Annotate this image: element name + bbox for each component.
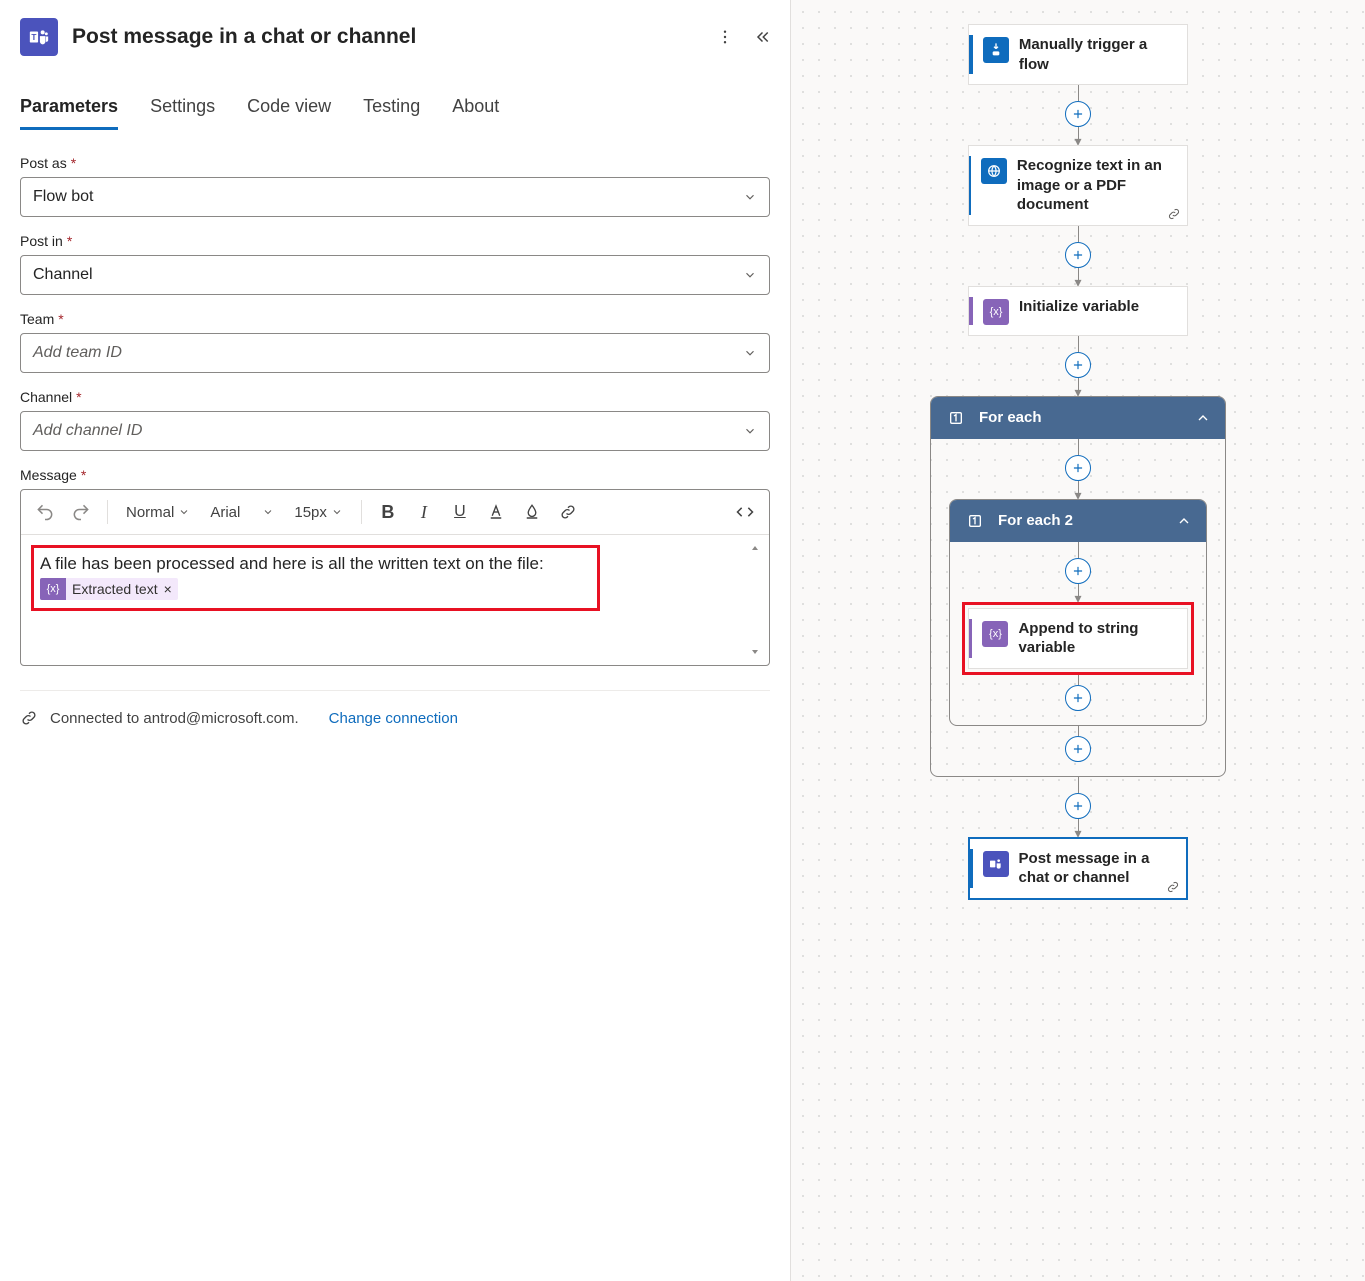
panel-header: T Post message in a chat or channel bbox=[20, 18, 770, 56]
connection-row: Connected to antrod@microsoft.com. Chang… bbox=[20, 709, 770, 727]
connection-badge-icon bbox=[1166, 880, 1180, 894]
add-step-button[interactable] bbox=[1065, 793, 1091, 819]
for-each-2-container: For each 2 ▾ {x} Append to string variab… bbox=[949, 499, 1207, 726]
post-as-select[interactable]: Flow bot bbox=[20, 177, 770, 217]
tab-testing[interactable]: Testing bbox=[363, 90, 420, 130]
add-step-button[interactable] bbox=[1065, 242, 1091, 268]
size-select[interactable]: 15px bbox=[288, 500, 349, 525]
initialize-variable-card[interactable]: {x} Initialize variable bbox=[968, 286, 1188, 336]
variable-icon: {x} bbox=[40, 578, 66, 600]
message-label: Message bbox=[20, 467, 77, 483]
recognize-text-card[interactable]: Recognize text in an image or a PDF docu… bbox=[968, 145, 1188, 226]
collapse-panel-icon[interactable] bbox=[752, 28, 770, 46]
more-icon[interactable] bbox=[716, 28, 734, 46]
action-config-panel: T Post message in a chat or channel Para… bbox=[0, 0, 790, 1281]
panel-title: Post message in a chat or channel bbox=[72, 25, 702, 49]
undo-icon[interactable] bbox=[31, 498, 59, 526]
tab-code-view[interactable]: Code view bbox=[247, 90, 331, 130]
message-editor: Normal Arial 15px B I U A file has been … bbox=[20, 489, 770, 666]
connection-badge-icon bbox=[1167, 207, 1181, 221]
add-step-button[interactable] bbox=[1065, 736, 1091, 762]
editor-toolbar: Normal Arial 15px B I U bbox=[21, 490, 769, 535]
flow-canvas[interactable]: Manually trigger a flow ▾ Recognize text… bbox=[790, 0, 1365, 1281]
font-color-icon[interactable] bbox=[482, 498, 510, 526]
underline-icon[interactable]: U bbox=[446, 498, 474, 526]
add-step-button[interactable] bbox=[1065, 352, 1091, 378]
loop-icon bbox=[964, 510, 986, 532]
channel-label: Channel bbox=[20, 389, 72, 405]
connection-icon bbox=[20, 709, 38, 727]
append-highlight: {x} Append to string variable bbox=[962, 602, 1194, 675]
code-view-icon[interactable] bbox=[731, 498, 759, 526]
scroll-arrows[interactable] bbox=[749, 543, 761, 657]
for-each-container: For each ▾ For each 2 ▾ {x} Append to st… bbox=[930, 396, 1226, 777]
ai-builder-icon bbox=[981, 158, 1007, 184]
svg-text:T: T bbox=[31, 33, 36, 42]
add-step-button[interactable] bbox=[1065, 101, 1091, 127]
teams-icon bbox=[983, 851, 1009, 877]
post-in-select[interactable]: Channel bbox=[20, 255, 770, 295]
tabs: Parameters Settings Code view Testing Ab… bbox=[20, 90, 770, 131]
bold-icon[interactable]: B bbox=[374, 498, 402, 526]
tab-settings[interactable]: Settings bbox=[150, 90, 215, 130]
post-message-card[interactable]: Post message in a chat or channel bbox=[968, 837, 1188, 900]
chevron-down-icon bbox=[743, 190, 757, 204]
channel-select[interactable]: Add channel ID bbox=[20, 411, 770, 451]
link-icon[interactable] bbox=[554, 498, 582, 526]
for-each-2-header[interactable]: For each 2 bbox=[950, 500, 1206, 542]
add-step-button[interactable] bbox=[1065, 685, 1091, 711]
team-select[interactable]: Add team ID bbox=[20, 333, 770, 373]
add-step-button[interactable] bbox=[1065, 558, 1091, 584]
team-label: Team bbox=[20, 311, 54, 327]
trigger-card[interactable]: Manually trigger a flow bbox=[968, 24, 1188, 85]
connection-text: Connected to antrod@microsoft.com. bbox=[50, 710, 299, 727]
post-in-label: Post in bbox=[20, 233, 63, 249]
for-each-header[interactable]: For each bbox=[931, 397, 1225, 439]
variable-icon: {x} bbox=[983, 299, 1009, 325]
trigger-icon bbox=[983, 37, 1009, 63]
style-select[interactable]: Normal bbox=[120, 500, 196, 525]
dynamic-token[interactable]: {x} Extracted text × bbox=[40, 578, 178, 600]
remove-token-icon[interactable]: × bbox=[164, 581, 178, 597]
chevron-up-icon[interactable] bbox=[1176, 513, 1192, 529]
tab-about[interactable]: About bbox=[452, 90, 499, 130]
chevron-down-icon bbox=[743, 268, 757, 282]
italic-icon[interactable]: I bbox=[410, 498, 438, 526]
change-connection-link[interactable]: Change connection bbox=[329, 710, 458, 727]
highlight-icon[interactable] bbox=[518, 498, 546, 526]
tab-parameters[interactable]: Parameters bbox=[20, 90, 118, 130]
post-as-label: Post as bbox=[20, 155, 67, 171]
chevron-down-icon bbox=[743, 346, 757, 360]
editor-body[interactable]: A file has been processed and here is al… bbox=[21, 535, 769, 665]
chevron-down-icon bbox=[743, 424, 757, 438]
variable-icon: {x} bbox=[982, 621, 1008, 647]
editor-text: A file has been processed and here is al… bbox=[40, 554, 591, 574]
editor-content-highlight: A file has been processed and here is al… bbox=[31, 545, 600, 611]
add-step-button[interactable] bbox=[1065, 455, 1091, 481]
loop-icon bbox=[945, 407, 967, 429]
redo-icon[interactable] bbox=[67, 498, 95, 526]
font-select[interactable]: Arial bbox=[204, 500, 280, 525]
chevron-up-icon[interactable] bbox=[1195, 410, 1211, 426]
teams-icon: T bbox=[20, 18, 58, 56]
append-string-card[interactable]: {x} Append to string variable bbox=[968, 608, 1188, 669]
